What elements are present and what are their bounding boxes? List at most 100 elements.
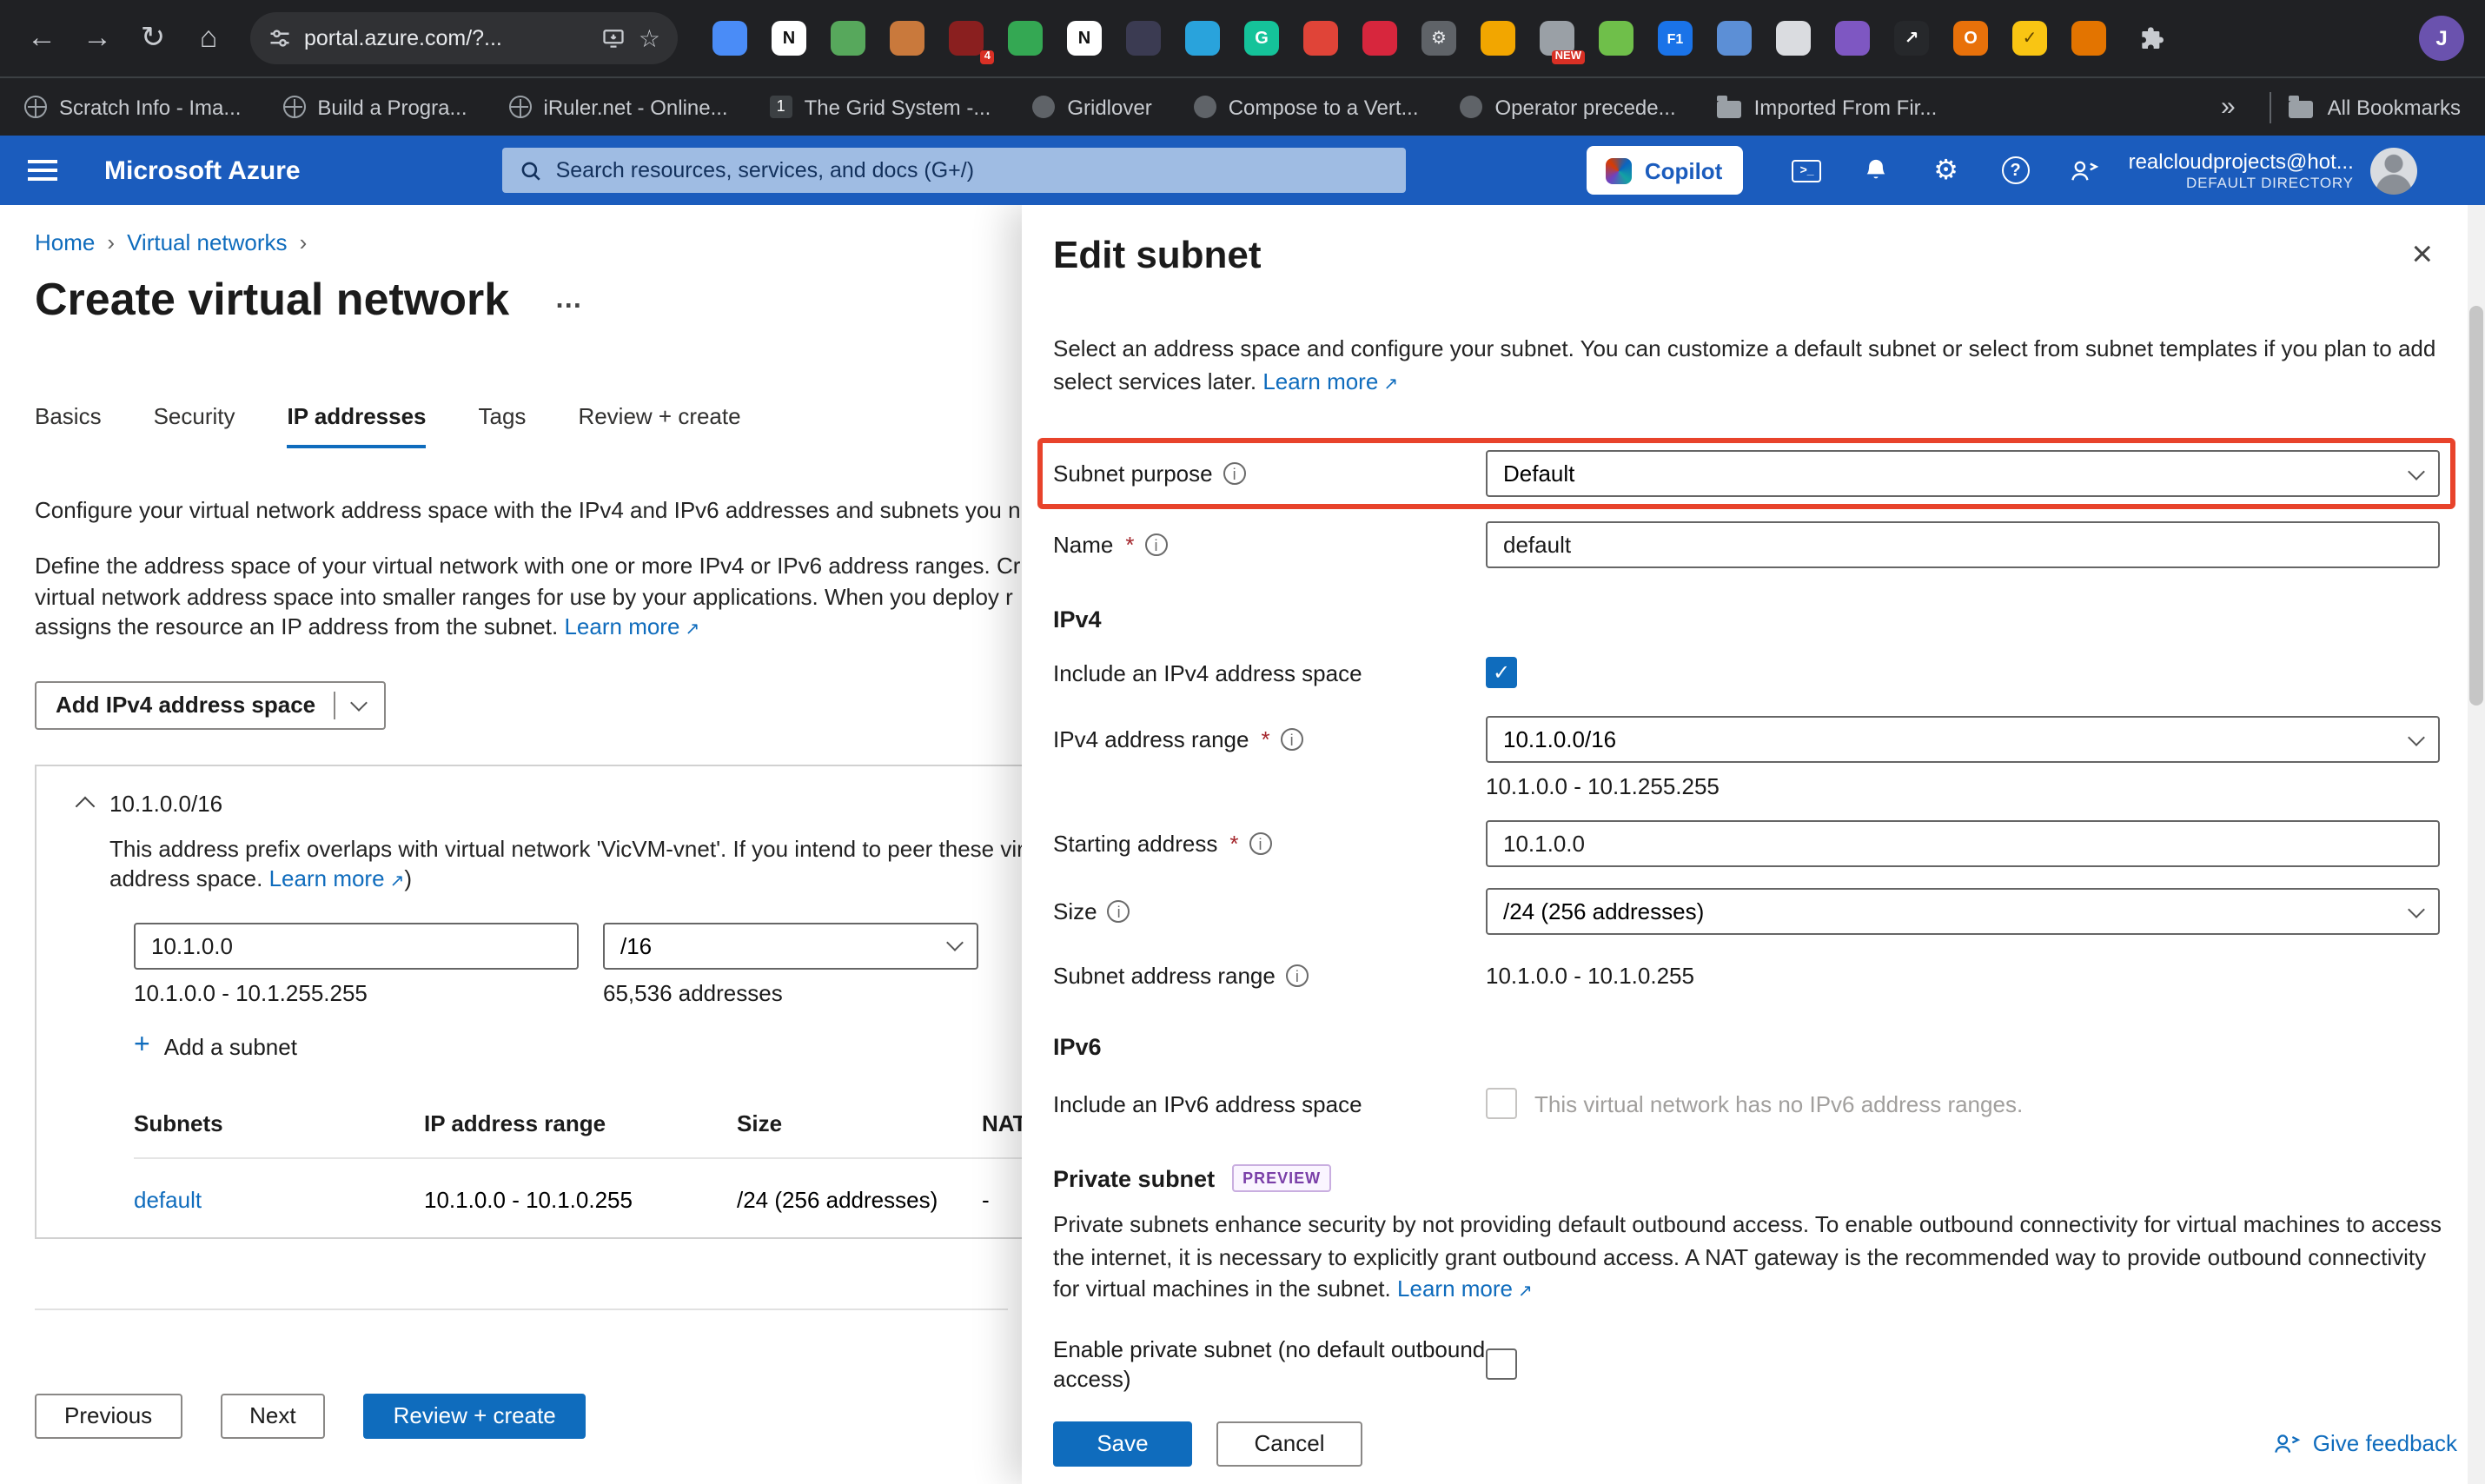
- search-input[interactable]: [555, 158, 1388, 182]
- extension-icon[interactable]: N: [772, 21, 806, 56]
- bookmark-item[interactable]: 1 The Grid System -...: [769, 95, 991, 119]
- address-space-input[interactable]: [134, 922, 579, 969]
- extension-icon[interactable]: F1: [1658, 21, 1693, 56]
- back-button[interactable]: ←: [14, 10, 70, 66]
- copilot-button[interactable]: Copilot: [1586, 146, 1743, 195]
- next-button[interactable]: Next: [220, 1393, 326, 1438]
- url-text[interactable]: portal.azure.com/?...: [304, 26, 590, 50]
- account-info[interactable]: realcloudprojects@hot... DEFAULT DIRECTO…: [2129, 149, 2354, 191]
- info-icon[interactable]: i: [1280, 728, 1303, 751]
- extension-icon[interactable]: NEW: [1540, 21, 1585, 64]
- ipv6-disabled-note: This virtual network has no IPv6 address…: [1534, 1090, 2024, 1116]
- previous-button[interactable]: Previous: [35, 1393, 182, 1438]
- info-icon[interactable]: i: [1223, 462, 1246, 485]
- bookmark-item[interactable]: Scratch Info - Ima...: [24, 95, 241, 119]
- breadcrumb-virtual-networks[interactable]: Virtual networks: [127, 229, 288, 255]
- subnet-name-input[interactable]: [1486, 521, 2440, 568]
- settings-gear-icon[interactable]: ⚙: [1920, 144, 1972, 196]
- enable-private-subnet-checkbox[interactable]: [1486, 1348, 1517, 1379]
- azure-avatar[interactable]: [2370, 147, 2418, 194]
- scrollbar-thumb[interactable]: [2469, 306, 2483, 706]
- close-icon[interactable]: ×: [2404, 233, 2440, 276]
- extension-icon[interactable]: [890, 21, 924, 56]
- bookmark-item[interactable]: iRuler.net - Online...: [508, 95, 728, 119]
- extension-icon[interactable]: [1835, 21, 1870, 56]
- panel-learn-more-link[interactable]: Learn more ↗: [1262, 368, 1398, 394]
- include-ipv4-checkbox[interactable]: ✓: [1486, 657, 1517, 688]
- review-create-button[interactable]: Review + create: [363, 1393, 586, 1438]
- page-scrollbar[interactable]: [2468, 205, 2485, 1484]
- notifications-bell-icon[interactable]: [1851, 144, 1903, 196]
- extension-icon[interactable]: 4: [949, 21, 994, 64]
- add-ipv4-address-space-button[interactable]: Add IPv4 address space: [35, 680, 386, 729]
- warning-learn-more-link[interactable]: Learn more ↗: [269, 865, 405, 891]
- extension-icon[interactable]: G: [1244, 21, 1279, 56]
- starting-address-input[interactable]: [1486, 820, 2440, 867]
- bookmark-item[interactable]: Compose to a Vert...: [1193, 95, 1419, 119]
- extension-icon[interactable]: ✓: [2012, 21, 2047, 56]
- browser-profile-avatar[interactable]: J: [2419, 16, 2464, 61]
- size-select[interactable]: /24 (256 addresses): [1486, 888, 2440, 935]
- site-settings-tune-icon[interactable]: [268, 26, 292, 50]
- home-button[interactable]: ⌂: [181, 10, 236, 66]
- bookmark-item[interactable]: Imported From Fir...: [1717, 95, 1937, 119]
- extension-icon[interactable]: [1185, 21, 1220, 56]
- cancel-button[interactable]: Cancel: [1216, 1421, 1362, 1466]
- extension-icon[interactable]: [1599, 21, 1633, 56]
- tab-tags[interactable]: Tags: [479, 403, 527, 448]
- tab-review-create[interactable]: Review + create: [578, 403, 740, 448]
- all-bookmarks-button[interactable]: All Bookmarks: [2289, 95, 2461, 119]
- address-bar[interactable]: portal.azure.com/?... ☆: [250, 12, 678, 64]
- private-subnet-learn-more-link[interactable]: Learn more ↗: [1397, 1275, 1533, 1302]
- extension-icon[interactable]: [1126, 21, 1161, 56]
- extension-icon[interactable]: ↗: [1894, 21, 1929, 56]
- bookmark-label: iRuler.net - Online...: [543, 95, 728, 119]
- extension-icon[interactable]: [1776, 21, 1811, 56]
- tab-basics[interactable]: Basics: [35, 403, 102, 448]
- extension-icon[interactable]: [1481, 21, 1515, 56]
- learn-more-link[interactable]: Learn more ↗: [564, 613, 699, 639]
- hamburger-menu-icon[interactable]: [24, 153, 59, 188]
- tab-security[interactable]: Security: [154, 403, 235, 448]
- subnet-name-link[interactable]: default: [134, 1186, 424, 1212]
- subnet-purpose-select[interactable]: Default: [1486, 450, 2440, 497]
- help-icon[interactable]: ?: [1990, 144, 2042, 196]
- save-button[interactable]: Save: [1053, 1421, 1192, 1466]
- info-icon[interactable]: i: [1285, 964, 1309, 987]
- forward-button[interactable]: →: [70, 10, 125, 66]
- extension-icon[interactable]: N: [1067, 21, 1102, 56]
- extension-icon[interactable]: O: [1953, 21, 1988, 56]
- tab-ip-addresses[interactable]: IP addresses: [287, 403, 427, 448]
- bookmarks-overflow-chevron[interactable]: »: [2203, 92, 2253, 122]
- give-feedback-link[interactable]: Give feedback: [2273, 1430, 2457, 1456]
- reload-button[interactable]: ↻: [125, 10, 181, 66]
- cloud-shell-icon[interactable]: >_: [1781, 144, 1833, 196]
- include-ipv4-label: Include an IPv4 address space: [1053, 659, 1362, 686]
- extensions-puzzle-icon[interactable]: [2124, 10, 2179, 66]
- info-icon[interactable]: i: [1107, 900, 1130, 923]
- chevron-down-icon[interactable]: [349, 693, 368, 711]
- address-mask-select[interactable]: /16: [603, 922, 978, 969]
- page-kebab-menu[interactable]: …: [554, 284, 584, 315]
- azure-brand[interactable]: Microsoft Azure: [104, 156, 301, 185]
- extension-icon[interactable]: [1362, 21, 1397, 56]
- extension-icon[interactable]: [712, 21, 747, 56]
- info-icon[interactable]: i: [1144, 533, 1168, 556]
- bookmark-item[interactable]: Build a Progra...: [282, 95, 467, 119]
- ipv4-range-select[interactable]: 10.1.0.0/16: [1486, 716, 2440, 763]
- bookmark-item[interactable]: Operator precede...: [1460, 95, 1676, 119]
- feedback-icon[interactable]: [2059, 144, 2111, 196]
- bookmark-star-icon[interactable]: ☆: [639, 23, 660, 53]
- extension-icon[interactable]: [1717, 21, 1752, 56]
- extension-icon[interactable]: ⚙: [1421, 21, 1456, 56]
- extension-icon[interactable]: [1303, 21, 1338, 56]
- azure-search-bar[interactable]: [501, 148, 1406, 193]
- extension-icon[interactable]: [831, 21, 865, 56]
- breadcrumb-home[interactable]: Home: [35, 229, 95, 255]
- extension-icon[interactable]: [1008, 21, 1043, 56]
- collapse-chevron-icon[interactable]: [75, 796, 96, 817]
- send-to-device-icon[interactable]: [602, 26, 626, 50]
- info-icon[interactable]: i: [1249, 832, 1272, 855]
- bookmark-item[interactable]: Gridlover: [1032, 95, 1152, 119]
- extension-icon[interactable]: [2071, 21, 2106, 56]
